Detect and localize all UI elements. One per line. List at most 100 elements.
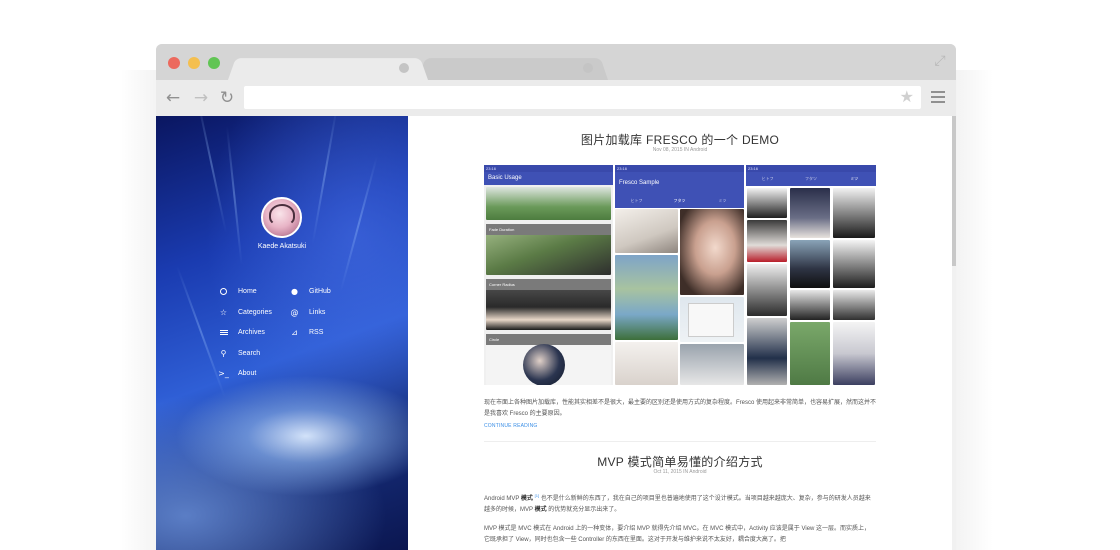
tab-label[interactable]: ミツ — [701, 194, 744, 208]
photo — [833, 290, 875, 320]
frame-shadow-left — [120, 70, 160, 550]
nav-links[interactable]: @ Links — [290, 306, 326, 318]
circle-photo — [523, 344, 565, 385]
nav-github[interactable]: ● GitHub — [290, 285, 331, 297]
tab-label[interactable]: ヒトフ — [615, 194, 658, 208]
status-bar: 23:16 — [615, 165, 744, 172]
circle-icon — [219, 287, 228, 296]
phone-screenshot: 23:16 Fresco Sample ヒトフ フタツ ミツ — [615, 165, 744, 385]
nav-archives[interactable]: Archives — [219, 326, 265, 338]
tab-label[interactable]: ミツ — [833, 172, 876, 186]
nav-home[interactable]: Home — [219, 285, 257, 297]
reload-icon[interactable]: ↻ — [217, 88, 237, 108]
hamburger-menu-icon[interactable] — [931, 91, 945, 103]
background-streak — [196, 116, 228, 234]
photo — [680, 297, 744, 342]
photo — [747, 220, 787, 262]
photo — [747, 318, 787, 385]
nav-categories[interactable]: ☆ Categories — [219, 306, 272, 318]
github-icon: ● — [291, 286, 298, 296]
bold-text: 模式 — [534, 507, 547, 513]
address-bar[interactable]: ★ — [244, 86, 921, 109]
photo — [790, 290, 830, 320]
app-bar: Basic Usage — [484, 172, 613, 185]
blog-sidebar: Kaede Akatsuki Home ☆ Categories Archive… — [156, 116, 408, 550]
nav-label: Categories — [238, 308, 272, 316]
nav-label: Search — [238, 349, 261, 357]
avatar[interactable] — [261, 197, 302, 238]
scrollbar-thumb[interactable] — [952, 116, 956, 266]
nav-about[interactable]: >_ About — [218, 367, 257, 379]
rss-icon: ⊿ — [291, 327, 298, 337]
photo — [615, 255, 678, 340]
nav-label: Links — [309, 308, 326, 316]
image-caption: Circle — [486, 334, 611, 345]
photo — [747, 264, 787, 316]
phone-screenshot: 23:16 Basic Usage Fade Duration Corner R… — [484, 165, 613, 385]
close-window-button[interactable] — [168, 57, 180, 69]
nav-label: Home — [238, 287, 257, 295]
star-outline-icon: ☆ — [219, 307, 228, 317]
browser-toolbar: ← → ↻ ★ — [156, 80, 956, 116]
post-paragraph: Android MVP 模式 [1] 也不是什么新鲜的东西了，我在自己的项目里也… — [484, 490, 876, 516]
post-meta: Nov 08, 2015 IN Android — [652, 147, 708, 153]
search-icon: ⚲ — [220, 348, 227, 358]
post-divider — [484, 441, 876, 442]
scrollbar[interactable] — [952, 116, 956, 550]
nav-label: GitHub — [309, 287, 331, 295]
image-caption: Corner Radius — [486, 279, 611, 290]
photo — [790, 188, 830, 238]
post-excerpt: 现在市面上各种图片加载库，性能其实相差不是很大，最主要的区别还是使用方式的复杂程… — [484, 400, 877, 417]
forward-arrow-icon[interactable]: → — [191, 88, 211, 108]
photo — [680, 344, 744, 385]
post-title[interactable]: MVP 模式简单易懂的介绍方式 — [484, 453, 876, 470]
app-bar: Fresco Sample — [615, 172, 744, 194]
nav-search[interactable]: ⚲ Search — [219, 347, 261, 359]
tab-active[interactable] — [228, 58, 428, 80]
at-icon: @ — [290, 307, 299, 317]
post-image-screenshots: 23:16 Basic Usage Fade Duration Corner R… — [484, 165, 876, 385]
tab-label[interactable]: ヒトフ — [746, 172, 789, 186]
tab-inactive[interactable] — [418, 58, 608, 80]
nav-label: About — [238, 369, 257, 377]
maximize-window-button[interactable] — [208, 57, 220, 69]
frame-shadow-right — [953, 70, 993, 550]
post-paragraph: MVP 模式是 MVC 模式在 Android 上的一种变体，要介绍 MVP 就… — [484, 526, 871, 543]
photo — [833, 240, 875, 288]
author-name: Kaede Akatsuki — [257, 243, 307, 250]
tab-close-icon[interactable] — [399, 63, 409, 73]
tab-label[interactable]: フタツ — [789, 172, 832, 186]
tab-strip: ヒトフ フタツ ミツ — [615, 194, 744, 208]
photo — [615, 342, 678, 385]
terminal-icon: >_ — [218, 368, 229, 378]
list-icon — [219, 328, 228, 337]
page-viewport: Kaede Akatsuki Home ☆ Categories Archive… — [156, 116, 956, 550]
browser-window: ⤢ ← → ↻ ★ Kaede Akatsuki Home ☆ Categori… — [156, 44, 956, 550]
minimize-window-button[interactable] — [188, 57, 200, 69]
nav-label: Archives — [238, 328, 265, 336]
photo — [486, 187, 611, 220]
photo: Fade Duration — [486, 224, 611, 275]
photo — [615, 209, 678, 253]
back-arrow-icon[interactable]: ← — [163, 88, 183, 108]
photo: Corner Radius — [486, 279, 611, 330]
nav-rss[interactable]: ⊿ RSS — [290, 326, 323, 338]
status-bar: 23:16 — [484, 165, 613, 172]
photo: Circle — [486, 334, 611, 385]
expand-icon[interactable]: ⤢ — [932, 52, 948, 68]
tab-close-icon[interactable] — [583, 63, 593, 73]
post-meta: Oct 11, 2015 IN Android — [653, 469, 707, 475]
photo — [790, 322, 830, 385]
text-span: Android MVP — [484, 496, 521, 502]
continue-reading-link[interactable]: CONTINUE READING — [484, 423, 537, 429]
phone-screenshot: 23:16 ヒトフ フタツ ミツ — [746, 165, 876, 385]
background-streak — [339, 155, 378, 292]
star-icon[interactable]: ★ — [900, 87, 914, 107]
text-span: 的优势就充分显示出来了。 — [546, 507, 621, 513]
blog-content: 图片加载库 FRESCO 的一个 DEMO Nov 08, 2015 IN An… — [408, 116, 956, 550]
photo — [790, 240, 830, 288]
post-title[interactable]: 图片加载库 FRESCO 的一个 DEMO — [484, 131, 876, 148]
tab-label[interactable]: フタツ — [658, 194, 701, 208]
bold-text: 模式 — [520, 496, 533, 502]
photo — [747, 188, 787, 218]
